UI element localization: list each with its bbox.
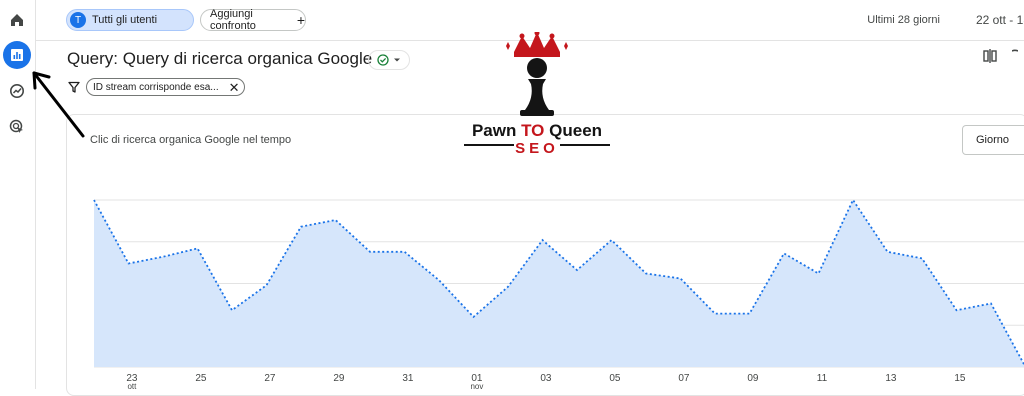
- crown-icon: [506, 32, 568, 57]
- pawn-to-queen-logo: Pawn TO Queen SEO: [464, 32, 610, 157]
- logo-text-pawn: Pawn: [472, 121, 521, 140]
- x-tick-label: 31: [402, 373, 414, 384]
- x-tick-label: 25: [195, 373, 207, 384]
- x-tick-label: 09: [747, 373, 759, 384]
- x-tick-sublabel: nov: [470, 382, 483, 389]
- logo-text-to: TO: [521, 121, 544, 140]
- pawn-icon: [520, 58, 554, 116]
- x-tick-label: 07: [678, 373, 690, 384]
- x-tick-label: 15: [954, 373, 966, 384]
- logo-text-queen: Queen: [544, 121, 602, 140]
- svg-text:Pawn TO Queen: Pawn TO Queen: [472, 121, 602, 140]
- x-axis-ticks: 23ott2527293101nov0305070911131517: [126, 373, 1024, 389]
- x-tick-label: 27: [264, 373, 276, 384]
- x-tick-label: 05: [609, 373, 621, 384]
- x-tick-label: 11: [817, 373, 828, 384]
- x-tick-label: 03: [540, 373, 552, 384]
- annotation-arrow-icon: [32, 71, 85, 138]
- logo-text-seo: SEO: [515, 140, 559, 157]
- x-tick-label: 13: [885, 373, 897, 384]
- x-tick-label: 29: [333, 373, 345, 384]
- x-tick-sublabel: ott: [127, 382, 137, 389]
